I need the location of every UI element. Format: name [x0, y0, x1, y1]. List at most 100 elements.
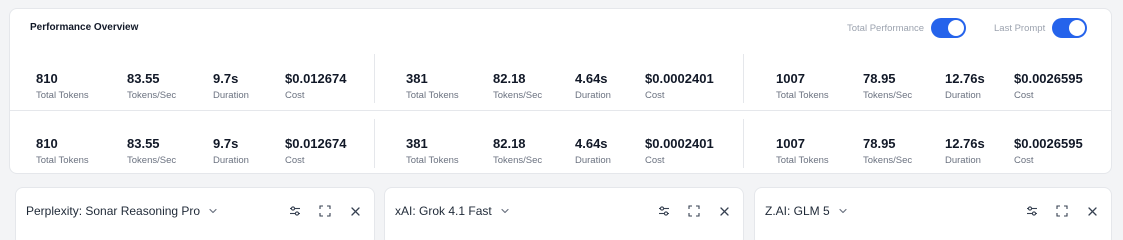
metric-cost: $0.012674 Cost: [285, 136, 346, 166]
metric-cost: $0.0002401 Cost: [645, 136, 714, 166]
metrics-row-total: 810 Total Tokens 83.55 Tokens/Sec 9.7s Dura…: [10, 54, 1111, 110]
metric-label: Tokens/Sec: [127, 90, 177, 101]
group-divider: [743, 54, 744, 103]
performance-title: Performance Overview: [30, 22, 139, 33]
metric-label: Duration: [575, 90, 611, 101]
performance-header: Performance Overview Total Performance L…: [10, 9, 1111, 49]
metric-label: Cost: [645, 155, 665, 166]
chevron-down-icon: [500, 206, 510, 216]
total-performance-toggle-group: Total Performance: [847, 18, 967, 38]
metric-value: $0.0026595: [1014, 136, 1083, 151]
model-selector[interactable]: xAI: Grok 4.1 Fast: [395, 204, 510, 218]
metric-tokens-per-sec: 82.18 Tokens/Sec: [493, 136, 542, 166]
metric-cost: $0.0026595 Cost: [1014, 71, 1083, 101]
metric-cost: $0.0026595 Cost: [1014, 136, 1083, 166]
metric-label: Tokens/Sec: [863, 90, 913, 101]
expand-icon[interactable]: [1055, 204, 1069, 218]
sliders-icon[interactable]: [1025, 204, 1039, 218]
model-selector[interactable]: Perplexity: Sonar Reasoning Pro: [26, 204, 218, 218]
metric-label: Tokens/Sec: [493, 155, 543, 166]
metric-value: 78.95: [863, 71, 896, 86]
metric-label: Duration: [945, 155, 981, 166]
group-divider: [374, 119, 375, 168]
last-prompt-toggle[interactable]: [1052, 18, 1088, 38]
metric-value: $0.0002401: [645, 136, 714, 151]
metric-label: Tokens/Sec: [863, 155, 913, 166]
metric-label: Duration: [213, 155, 249, 166]
metric-label: Duration: [213, 90, 249, 101]
metric-total-tokens: 1007 Total Tokens: [776, 136, 829, 166]
model-panel-3: Z.AI: GLM 5: [754, 187, 1112, 240]
model-name: Z.AI: GLM 5: [765, 204, 830, 218]
model-name: Perplexity: Sonar Reasoning Pro: [26, 204, 201, 218]
sliders-icon[interactable]: [288, 204, 302, 218]
metric-value: 1007: [776, 71, 805, 86]
toggle-knob: [1069, 20, 1086, 36]
total-performance-toggle[interactable]: [931, 18, 967, 38]
metric-value: 83.55: [127, 136, 160, 151]
panel-actions: [288, 204, 362, 218]
model-selector[interactable]: Z.AI: GLM 5: [765, 204, 848, 218]
performance-overview-card: Performance Overview Total Performance L…: [9, 8, 1112, 174]
last-prompt-label: Last Prompt: [994, 22, 1046, 34]
metric-duration: 9.7s Duration: [213, 71, 249, 101]
panel-actions: [657, 204, 731, 218]
metric-value: $0.012674: [285, 71, 347, 86]
metric-duration: 9.7s Duration: [213, 136, 249, 166]
metric-value: 381: [406, 71, 428, 86]
metrics-row-last-prompt: 810 Total Tokens 83.55 Tokens/Sec 9.7s Dura…: [10, 119, 1111, 175]
metric-tokens-per-sec: 78.95 Tokens/Sec: [863, 71, 912, 101]
metric-duration: 12.76s Duration: [945, 71, 985, 101]
metric-total-tokens: 810 Total Tokens: [36, 136, 89, 166]
close-icon[interactable]: [348, 204, 362, 218]
metric-value: 381: [406, 136, 428, 151]
metric-label: Cost: [645, 90, 665, 101]
metric-label: Duration: [575, 155, 611, 166]
chevron-down-icon: [838, 206, 848, 216]
metric-value: 810: [36, 136, 58, 151]
group-divider: [374, 54, 375, 103]
metric-label: Cost: [1014, 90, 1034, 101]
metric-total-tokens: 1007 Total Tokens: [776, 71, 829, 101]
sliders-icon[interactable]: [657, 204, 671, 218]
metric-tokens-per-sec: 83.55 Tokens/Sec: [127, 136, 176, 166]
metric-label: Tokens/Sec: [493, 90, 543, 101]
panel-actions: [1025, 204, 1099, 218]
metric-label: Total Tokens: [406, 90, 459, 101]
expand-icon[interactable]: [687, 204, 701, 218]
metric-value: 9.7s: [213, 71, 239, 86]
metric-label: Duration: [945, 90, 981, 101]
model-name: xAI: Grok 4.1 Fast: [395, 204, 492, 218]
metric-label: Cost: [285, 90, 305, 101]
metric-duration: 4.64s Duration: [575, 136, 611, 166]
metric-total-tokens: 381 Total Tokens: [406, 71, 459, 101]
metric-label: Cost: [285, 155, 305, 166]
model-panel-1: Perplexity: Sonar Reasoning Pro: [15, 187, 375, 240]
metric-value: 1007: [776, 136, 805, 151]
toggle-knob: [948, 20, 965, 36]
metric-tokens-per-sec: 82.18 Tokens/Sec: [493, 71, 542, 101]
metric-cost: $0.0002401 Cost: [645, 71, 714, 101]
metric-value: $0.0002401: [645, 71, 714, 86]
metric-value: 12.76s: [945, 136, 985, 151]
row-divider: [10, 110, 1111, 111]
metric-cost: $0.012674 Cost: [285, 71, 346, 101]
close-icon[interactable]: [717, 204, 731, 218]
model-panel-2: xAI: Grok 4.1 Fast: [384, 187, 744, 240]
metric-value: 82.18: [493, 136, 526, 151]
metric-value: 78.95: [863, 136, 896, 151]
metric-duration: 12.76s Duration: [945, 136, 985, 166]
metric-value: 4.64s: [575, 136, 608, 151]
metric-value: 12.76s: [945, 71, 985, 86]
last-prompt-toggle-group: Last Prompt: [994, 18, 1088, 38]
expand-icon[interactable]: [318, 204, 332, 218]
metric-value: $0.012674: [285, 136, 347, 151]
chevron-down-icon: [208, 206, 218, 216]
metric-tokens-per-sec: 83.55 Tokens/Sec: [127, 71, 176, 101]
metric-value: 4.64s: [575, 71, 608, 86]
metric-label: Total Tokens: [36, 155, 89, 166]
metric-duration: 4.64s Duration: [575, 71, 611, 101]
close-icon[interactable]: [1085, 204, 1099, 218]
metric-label: Total Tokens: [776, 90, 829, 101]
metric-value: $0.0026595: [1014, 71, 1083, 86]
